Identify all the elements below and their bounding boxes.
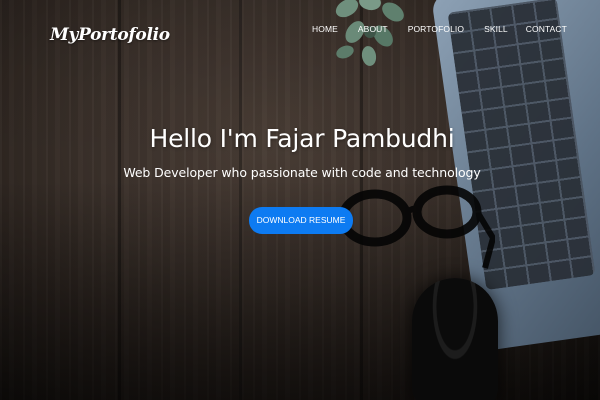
nav-link-about[interactable]: ABOUT [358, 24, 388, 34]
hero-content: Hello I'm Fajar Pambudhi Web Developer w… [0, 124, 600, 234]
download-resume-button[interactable]: DOWNLOAD RESUME [248, 207, 354, 234]
hero-subtitle: Web Developer who passionate with code a… [123, 165, 481, 180]
top-navbar: MyPortofolio HOME ABOUT PORTOFOLIO SKILL… [0, 0, 600, 70]
hero-title: Hello I'm Fajar Pambudhi [149, 124, 455, 153]
nav-link-portofolio[interactable]: PORTOFOLIO [408, 24, 464, 34]
nav-link-contact[interactable]: CONTACT [526, 24, 567, 34]
nav-links: HOME ABOUT PORTOFOLIO SKILL CONTACT [312, 24, 567, 34]
hero-section: MyPortofolio HOME ABOUT PORTOFOLIO SKILL… [0, 0, 600, 400]
coffee-mug-illustration [412, 278, 498, 400]
nav-link-home[interactable]: HOME [312, 24, 338, 34]
brand-logo[interactable]: MyPortofolio [50, 25, 170, 45]
nav-link-skill[interactable]: SKILL [484, 24, 508, 34]
